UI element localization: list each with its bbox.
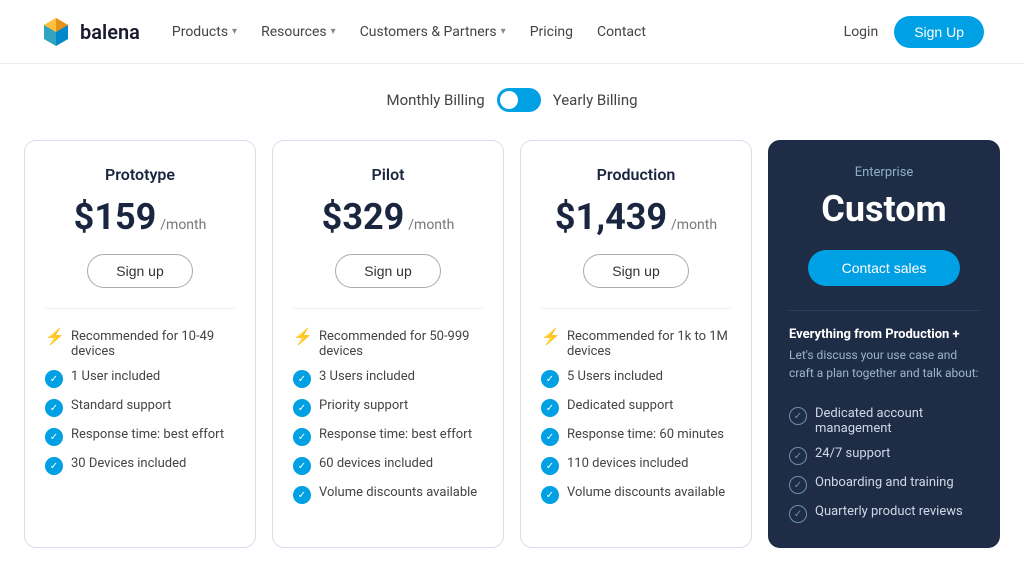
price-amount-prototype: $159 bbox=[74, 196, 157, 238]
everything-from-title: Everything from Production + bbox=[789, 327, 979, 342]
signup-pilot-button[interactable]: Sign up bbox=[335, 254, 440, 288]
navbar: balena Products ▾ Resources ▾ Customers … bbox=[0, 0, 1024, 64]
check-icon: ✓ bbox=[293, 428, 311, 446]
billing-toggle-section: Monthly Billing Yearly Billing bbox=[0, 64, 1024, 132]
plan-card-pilot: Pilot $329 /month Sign up ⚡ Recommended … bbox=[272, 140, 504, 548]
plan-name-production: Production bbox=[541, 165, 731, 184]
check-icon: ✓ bbox=[45, 457, 63, 475]
logo[interactable]: balena bbox=[40, 16, 140, 48]
check-icon: ✓ bbox=[45, 428, 63, 446]
check-icon: ✓ bbox=[789, 505, 807, 523]
list-item: ⚡ Recommended for 50-999 devices bbox=[293, 329, 483, 359]
everything-from: Everything from Production + Let's discu… bbox=[789, 327, 979, 390]
toggle-knob bbox=[500, 91, 518, 109]
feature-list-pilot: ⚡ Recommended for 50-999 devices ✓ 3 Use… bbox=[293, 329, 483, 504]
billing-toggle[interactable] bbox=[497, 88, 541, 112]
list-item: ✓ Volume discounts available bbox=[293, 485, 483, 504]
list-item: ✓ Dedicated account management bbox=[789, 406, 979, 436]
nav-resources[interactable]: Resources ▾ bbox=[261, 24, 336, 40]
plan-name-enterprise: Enterprise bbox=[789, 165, 979, 180]
list-item: ✓ 60 devices included bbox=[293, 456, 483, 475]
list-item: ✓ 3 Users included bbox=[293, 369, 483, 388]
list-item: ⚡ Recommended for 1k to 1M devices bbox=[541, 329, 731, 359]
plan-price-pilot: $329 /month bbox=[293, 196, 483, 238]
check-icon: ✓ bbox=[541, 370, 559, 388]
check-icon: ✓ bbox=[293, 370, 311, 388]
plan-name-pilot: Pilot bbox=[293, 165, 483, 184]
price-period-pilot: /month bbox=[408, 217, 454, 233]
plan-price-production: $1,439 /month bbox=[541, 196, 731, 238]
chevron-down-icon: ▾ bbox=[501, 26, 506, 37]
list-item: ✓ Priority support bbox=[293, 398, 483, 417]
plan-price-prototype: $159 /month bbox=[45, 196, 235, 238]
check-icon: ✓ bbox=[293, 457, 311, 475]
pricing-container: Prototype $159 /month Sign up ⚡ Recommen… bbox=[0, 132, 1024, 572]
list-item: ✓ 5 Users included bbox=[541, 369, 731, 388]
lightning-icon: ⚡ bbox=[541, 329, 559, 345]
list-item: ✓ 1 User included bbox=[45, 369, 235, 388]
nav-contact[interactable]: Contact bbox=[597, 24, 646, 40]
enterprise-custom-label: Custom bbox=[789, 188, 979, 230]
lightning-icon: ⚡ bbox=[45, 329, 63, 345]
signup-prototype-button[interactable]: Sign up bbox=[87, 254, 192, 288]
price-amount-pilot: $329 bbox=[322, 196, 405, 238]
feature-list-prototype: ⚡ Recommended for 10-49 devices ✓ 1 User… bbox=[45, 329, 235, 475]
list-item: ✓ 24/7 support bbox=[789, 446, 979, 465]
divider bbox=[541, 308, 731, 309]
check-icon: ✓ bbox=[789, 476, 807, 494]
price-period-prototype: /month bbox=[160, 217, 206, 233]
list-item: ✓ Response time: best effort bbox=[293, 427, 483, 446]
plan-name-prototype: Prototype bbox=[45, 165, 235, 184]
list-item: ✓ Volume discounts available bbox=[541, 485, 731, 504]
check-icon: ✓ bbox=[541, 486, 559, 504]
nav-right: Login Sign Up bbox=[844, 16, 984, 48]
list-item: ✓ Standard support bbox=[45, 398, 235, 417]
divider bbox=[45, 308, 235, 309]
login-button[interactable]: Login bbox=[844, 24, 879, 40]
list-item: ⚡ Recommended for 10-49 devices bbox=[45, 329, 235, 359]
check-icon: ✓ bbox=[789, 407, 807, 425]
yearly-billing-label: Yearly Billing bbox=[553, 91, 638, 109]
list-item: ✓ 30 Devices included bbox=[45, 456, 235, 475]
logo-icon bbox=[40, 16, 72, 48]
lightning-icon: ⚡ bbox=[293, 329, 311, 345]
signup-production-button[interactable]: Sign up bbox=[583, 254, 688, 288]
contact-sales-button[interactable]: Contact sales bbox=[808, 250, 960, 286]
divider bbox=[293, 308, 483, 309]
list-item: ✓ Response time: best effort bbox=[45, 427, 235, 446]
plan-card-enterprise: Enterprise Custom Contact sales Everythi… bbox=[768, 140, 1000, 548]
everything-from-desc: Let's discuss your use case and craft a … bbox=[789, 346, 979, 382]
nav-customers-partners[interactable]: Customers & Partners ▾ bbox=[360, 24, 506, 40]
plan-card-prototype: Prototype $159 /month Sign up ⚡ Recommen… bbox=[24, 140, 256, 548]
nav-links: Products ▾ Resources ▾ Customers & Partn… bbox=[172, 24, 844, 40]
list-item: ✓ 110 devices included bbox=[541, 456, 731, 475]
price-amount-production: $1,439 bbox=[555, 196, 667, 238]
check-icon: ✓ bbox=[45, 370, 63, 388]
chevron-down-icon: ▾ bbox=[331, 26, 336, 37]
nav-pricing[interactable]: Pricing bbox=[530, 24, 573, 40]
price-period-production: /month bbox=[671, 217, 717, 233]
list-item: ✓ Response time: 60 minutes bbox=[541, 427, 731, 446]
plan-card-production: Production $1,439 /month Sign up ⚡ Recom… bbox=[520, 140, 752, 548]
feature-list-enterprise: ✓ Dedicated account management ✓ 24/7 su… bbox=[789, 406, 979, 523]
check-icon: ✓ bbox=[293, 486, 311, 504]
check-icon: ✓ bbox=[45, 399, 63, 417]
divider-dark bbox=[789, 310, 979, 311]
list-item: ✓ Quarterly product reviews bbox=[789, 504, 979, 523]
check-icon: ✓ bbox=[293, 399, 311, 417]
monthly-billing-label: Monthly Billing bbox=[386, 91, 484, 109]
signup-button[interactable]: Sign Up bbox=[894, 16, 984, 48]
list-item: ✓ Onboarding and training bbox=[789, 475, 979, 494]
feature-list-production: ⚡ Recommended for 1k to 1M devices ✓ 5 U… bbox=[541, 329, 731, 504]
check-icon: ✓ bbox=[541, 399, 559, 417]
check-icon: ✓ bbox=[541, 428, 559, 446]
chevron-down-icon: ▾ bbox=[232, 26, 237, 37]
list-item: ✓ Dedicated support bbox=[541, 398, 731, 417]
check-icon: ✓ bbox=[541, 457, 559, 475]
nav-products[interactable]: Products ▾ bbox=[172, 24, 237, 40]
logo-text: balena bbox=[80, 20, 140, 44]
check-icon: ✓ bbox=[789, 447, 807, 465]
